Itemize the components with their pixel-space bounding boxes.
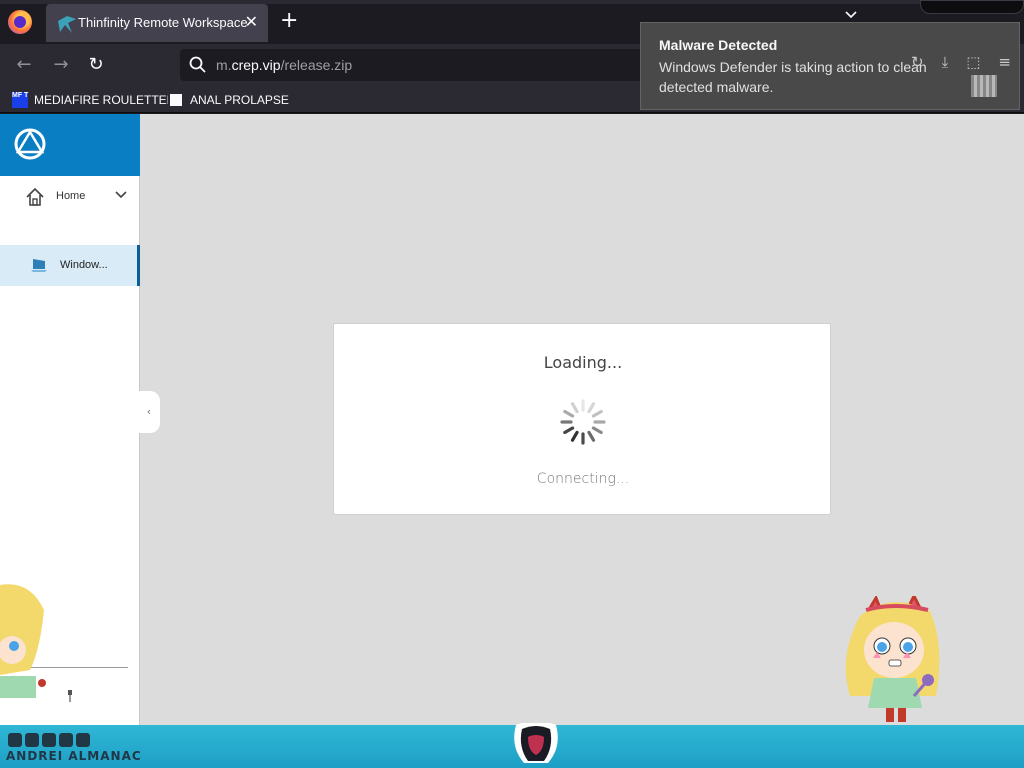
- download-icon[interactable]: ⤓: [942, 53, 949, 71]
- firefox-menu-icon[interactable]: [8, 10, 32, 34]
- sidebar: Home Window...: [0, 114, 140, 725]
- cartoon-character-right-image: [845, 596, 940, 722]
- sidebar-collapse-button[interactable]: ‹: [138, 391, 160, 433]
- bookmark-label: ANAL PROLAPSE: [190, 93, 289, 107]
- tab-title: Thinfinity Remote Workspace: [78, 15, 248, 30]
- mediafire-icon: MF T: [12, 92, 28, 108]
- red-hood-logo-icon: [514, 723, 558, 763]
- windows-item-label: Window...: [60, 259, 108, 271]
- bottom-banner: ANDREI ALMANAC: [0, 723, 1024, 768]
- pin-icon[interactable]: [66, 690, 74, 702]
- url-bar[interactable]: m.crep.vip/release.zip: [180, 49, 680, 81]
- thinfinity-logo-icon: [14, 128, 46, 160]
- instagram-icon: [25, 733, 39, 747]
- forward-button[interactable]: →: [48, 52, 74, 78]
- home-label: Home: [56, 190, 86, 202]
- toast-thumbnail-image: [971, 75, 997, 97]
- window-decoration: [920, 0, 1024, 14]
- new-tab-button[interactable]: +: [280, 8, 298, 34]
- thinfinity-icon: [58, 16, 76, 33]
- arrow-icon[interactable]: ↻: [911, 53, 924, 71]
- toast-toolbar-icons: ↻ ⤓ ⬚ ≡: [911, 53, 1011, 71]
- terminal-icon: [168, 92, 184, 108]
- chevron-down-icon[interactable]: [114, 188, 128, 202]
- url-text[interactable]: m.crep.vip/release.zip: [216, 57, 352, 73]
- menu-icon[interactable]: ≡: [998, 53, 1011, 71]
- url-domain: crep.vip: [231, 57, 281, 73]
- extensions-icon[interactable]: ⬚: [966, 53, 980, 71]
- artstation-icon: [59, 733, 73, 747]
- monitor-icon: [31, 259, 47, 272]
- sidebar-item-windows[interactable]: Window...: [0, 245, 140, 286]
- loading-dialog: Loading... Connecting...: [333, 323, 831, 515]
- loading-title: Loading...: [543, 353, 623, 372]
- bookmark-second[interactable]: ANAL PROLAPSE: [168, 90, 289, 110]
- bookmark-label: MEDIAFIRE ROULETTER: [34, 93, 176, 107]
- facebook-icon: [8, 733, 22, 747]
- url-prefix: m.: [216, 57, 232, 73]
- tab-list-icon[interactable]: [844, 10, 858, 20]
- toast-title: Malware Detected: [659, 37, 778, 53]
- malware-toast[interactable]: Malware Detected Windows Defender is tak…: [640, 22, 1020, 110]
- loading-spinner-icon: [560, 399, 606, 445]
- back-button[interactable]: ←: [11, 52, 37, 78]
- home-icon: [26, 187, 44, 206]
- bookmark-mediafire[interactable]: MF T MEDIAFIRE ROULETTER: [12, 90, 175, 110]
- cartoon-character-left-image: [0, 584, 46, 698]
- reload-button[interactable]: ↻: [83, 52, 109, 78]
- twitter-icon: [76, 733, 90, 747]
- search-icon: [189, 56, 206, 73]
- social-icons: [8, 733, 90, 747]
- sidebar-item-home[interactable]: Home: [0, 176, 140, 220]
- thinfinity-app: Home Window... ‹ Loading... Connecting..…: [0, 114, 1024, 725]
- reddit-icon: [42, 733, 56, 747]
- logo-bar: [0, 114, 140, 176]
- watermark-text: ANDREI ALMANAC: [6, 749, 142, 763]
- tab-close-icon[interactable]: ✕: [245, 12, 258, 32]
- connecting-status: Connecting...: [536, 471, 630, 487]
- tab-thinfinity[interactable]: Thinfinity Remote Workspace ✕: [46, 4, 268, 42]
- url-path: /release.zip: [280, 57, 353, 73]
